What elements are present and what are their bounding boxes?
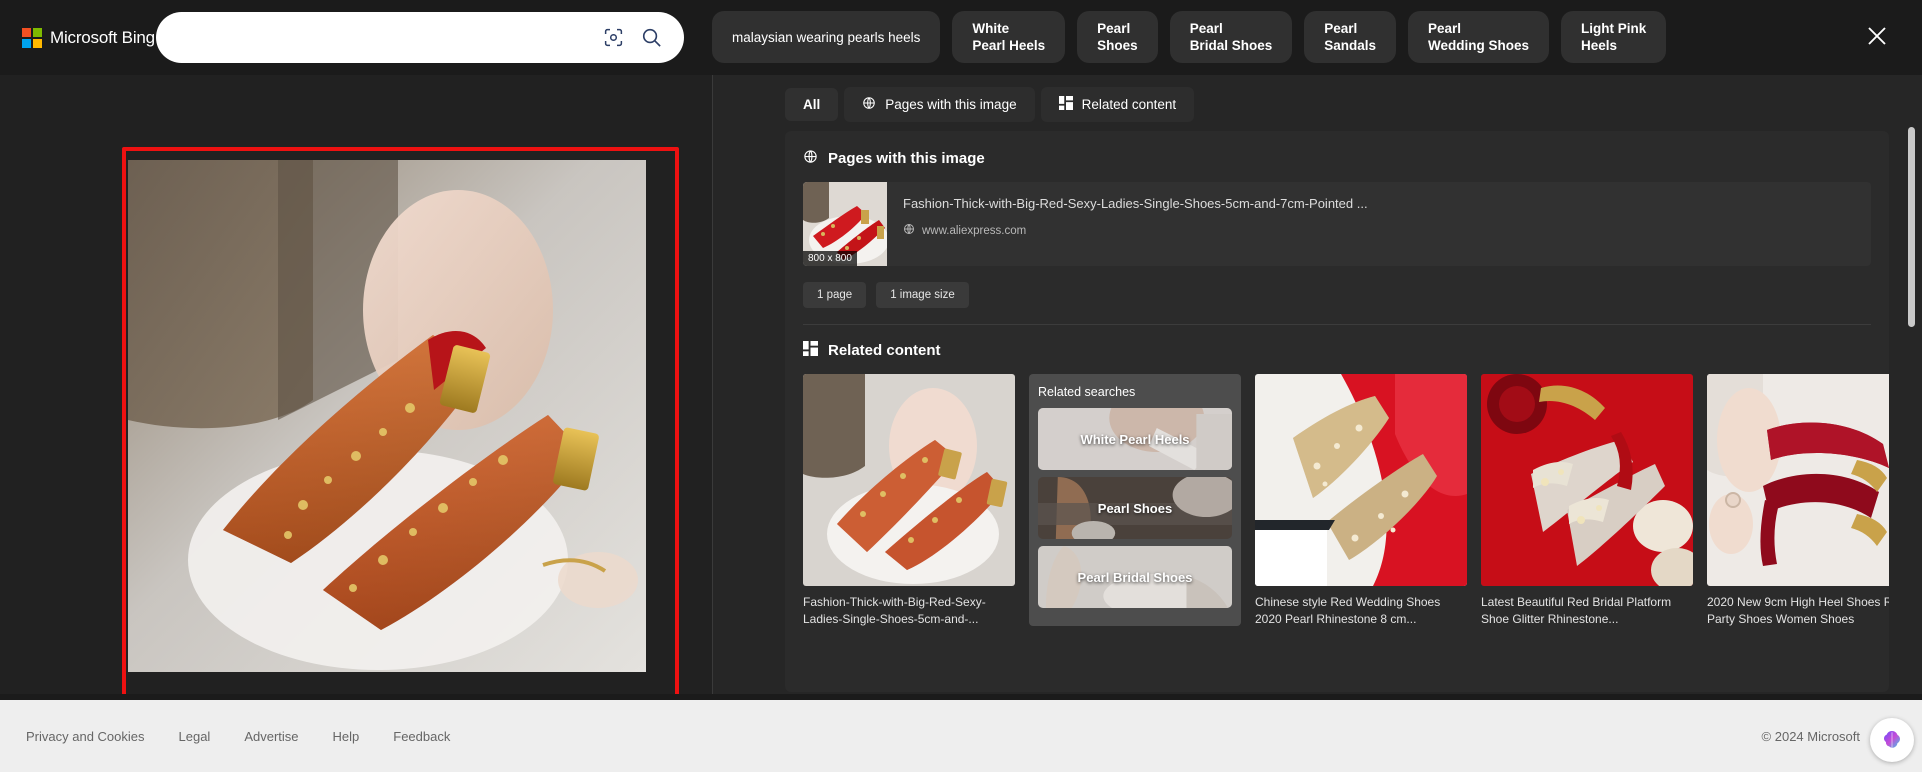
globe-icon bbox=[803, 149, 818, 168]
related-card-image bbox=[1707, 374, 1889, 586]
related-card-caption: Latest Beautiful Red Bridal Platform Sho… bbox=[1481, 594, 1693, 628]
page-footer: Privacy and Cookies Legal Advertise Help Fee… bbox=[0, 700, 1922, 772]
result-filter-chip[interactable]: 1 page bbox=[803, 282, 866, 308]
page-result-thumbnail: 800 x 800 bbox=[803, 182, 887, 266]
grid-tiles-icon bbox=[803, 341, 818, 360]
copilot-button[interactable] bbox=[1870, 718, 1914, 762]
image-viewer-pane: 2 Visual Search bbox=[0, 75, 712, 700]
footer-link[interactable]: Advertise bbox=[244, 729, 298, 744]
related-card[interactable]: Chinese style Red Wedding Shoes 2020 Pea… bbox=[1255, 374, 1467, 628]
suggestion-chip[interactable]: WhitePearl Heels bbox=[952, 11, 1065, 63]
suggestion-chip-label: malaysian wearing pearls heels bbox=[732, 29, 920, 46]
suggestion-chip[interactable]: PearlShoes bbox=[1077, 11, 1158, 63]
footer-link[interactable]: Legal bbox=[179, 729, 211, 744]
footer-link[interactable]: Privacy and Cookies bbox=[26, 729, 145, 744]
suggestion-chip[interactable]: PearlWedding Shoes bbox=[1408, 11, 1549, 63]
bing-logo[interactable]: Microsoft Bing bbox=[22, 28, 167, 48]
suggestion-chip[interactable]: malaysian wearing pearls heels bbox=[712, 11, 940, 63]
footer-links[interactable]: Privacy and Cookies Legal Advertise Help Fee… bbox=[26, 729, 450, 744]
page-scrollbar[interactable] bbox=[1907, 75, 1917, 700]
suggestion-chip[interactable]: PearlSandals bbox=[1304, 11, 1396, 63]
suggestion-chip-label-line1: Pearl bbox=[1190, 20, 1273, 37]
top-header-bar: Microsoft Bing malaysian wearing pearls … bbox=[0, 0, 1922, 75]
suggestion-chip-label-line2: Heels bbox=[1581, 37, 1646, 54]
copyright-text: © 2024 Microsoft bbox=[1762, 729, 1860, 744]
related-card-image bbox=[1481, 374, 1693, 586]
related-card-caption: Chinese style Red Wedding Shoes 2020 Pea… bbox=[1255, 594, 1467, 628]
suggestion-chip-label-line1: Pearl bbox=[1324, 20, 1376, 37]
visual-search-camera-icon[interactable] bbox=[594, 16, 632, 60]
tab-pages-with-this-image[interactable]: Pages with this image bbox=[844, 87, 1034, 122]
related-search-tile[interactable]: White Pearl Heels bbox=[1038, 408, 1232, 470]
page-result-title[interactable]: Fashion-Thick-with-Big-Red-Sexy-Ladies-S… bbox=[903, 195, 1623, 213]
footer-link[interactable]: Help bbox=[333, 729, 360, 744]
related-searches-title: Related searches bbox=[1038, 385, 1232, 399]
pages-with-image-heading: Pages with this image bbox=[785, 131, 1889, 168]
suggestion-chip-label-line1: White bbox=[972, 20, 1045, 37]
suggestion-chip-label-line1: Pearl bbox=[1428, 20, 1529, 37]
tab-label: Related content bbox=[1082, 97, 1177, 112]
related-search-label: Pearl Bridal Shoes bbox=[1078, 570, 1193, 585]
suggestion-chip-label-line1: Pearl bbox=[1097, 20, 1138, 37]
related-search-label: White Pearl Heels bbox=[1080, 432, 1189, 447]
suggestion-chip[interactable]: Light PinkHeels bbox=[1561, 11, 1666, 63]
tab-label: Pages with this image bbox=[885, 97, 1016, 112]
image-size-badge: 800 x 800 bbox=[803, 251, 857, 266]
related-content-grid: Fashion-Thick-with-Big-Red-Sexy-Ladies-S… bbox=[785, 360, 1889, 628]
section-title: Related content bbox=[828, 342, 941, 359]
related-card-caption: 2020 New 9cm High Heel Shoes Red Party S… bbox=[1707, 594, 1889, 628]
suggestion-chips-rail[interactable]: malaysian wearing pearls heelsWhitePearl… bbox=[712, 8, 1832, 66]
selection-highlight-box bbox=[122, 147, 679, 772]
related-card-image bbox=[1255, 374, 1467, 586]
search-input[interactable] bbox=[156, 29, 594, 46]
search-box[interactable] bbox=[156, 12, 684, 63]
suggestion-chip-label-line1: Light Pink bbox=[1581, 20, 1646, 37]
result-filter-chip[interactable]: 1 image size bbox=[876, 282, 969, 308]
related-search-tile[interactable]: Pearl Shoes bbox=[1038, 477, 1232, 539]
page-result-url[interactable]: www.aliexpress.com bbox=[922, 225, 1026, 237]
tab-label: All bbox=[803, 97, 820, 112]
related-card-caption: Fashion-Thick-with-Big-Red-Sexy-Ladies-S… bbox=[803, 594, 1015, 628]
copilot-brain-icon bbox=[1880, 728, 1904, 752]
section-title: Pages with this image bbox=[828, 150, 985, 167]
related-card[interactable]: Fashion-Thick-with-Big-Red-Sexy-Ladies-S… bbox=[803, 374, 1015, 628]
related-card[interactable]: Latest Beautiful Red Bridal Platform Sho… bbox=[1481, 374, 1693, 628]
suggestion-chip-label-line2: Shoes bbox=[1097, 37, 1138, 54]
globe-icon bbox=[903, 222, 915, 240]
related-search-label: Pearl Shoes bbox=[1098, 501, 1172, 516]
suggestion-chip-label-line2: Wedding Shoes bbox=[1428, 37, 1529, 54]
globe-icon bbox=[862, 96, 876, 113]
related-card-image bbox=[803, 374, 1015, 586]
suggestion-chip-label-line2: Sandals bbox=[1324, 37, 1376, 54]
related-card[interactable]: 2020 New 9cm High Heel Shoes Red Party S… bbox=[1707, 374, 1889, 628]
search-submit-icon[interactable] bbox=[632, 16, 670, 60]
related-content-heading: Related content bbox=[785, 325, 1889, 360]
results-card: Pages with this image 800 x 800 Fashion-… bbox=[785, 131, 1889, 692]
suggestion-chip-label-line2: Bridal Shoes bbox=[1190, 37, 1273, 54]
grid-tiles-icon bbox=[1059, 96, 1073, 113]
microsoft-squares-logo-icon bbox=[22, 28, 42, 48]
results-tabs[interactable]: All Pages with this image Related content bbox=[785, 87, 1194, 122]
close-button[interactable] bbox=[1858, 17, 1896, 55]
page-result-row[interactable]: 800 x 800 Fashion-Thick-with-Big-Red-Sex… bbox=[803, 182, 1871, 266]
footer-link[interactable]: Feedback bbox=[393, 729, 450, 744]
tab-all[interactable]: All bbox=[785, 88, 838, 121]
suggestion-chip[interactable]: PearlBridal Shoes bbox=[1170, 11, 1293, 63]
scrollbar-thumb[interactable] bbox=[1908, 127, 1915, 327]
result-filter-chips[interactable]: 1 page 1 image size bbox=[785, 266, 1889, 308]
brand-name: Microsoft Bing bbox=[50, 28, 155, 48]
related-search-tile[interactable]: Pearl Bridal Shoes bbox=[1038, 546, 1232, 608]
related-searches-panel: Related searches White Pearl Heels bbox=[1029, 374, 1241, 626]
results-pane: AllPages with this imageRelated content … bbox=[712, 75, 1922, 700]
suggestion-chip-label-line2: Pearl Heels bbox=[972, 37, 1045, 54]
tab-related-content[interactable]: Related content bbox=[1041, 87, 1195, 122]
